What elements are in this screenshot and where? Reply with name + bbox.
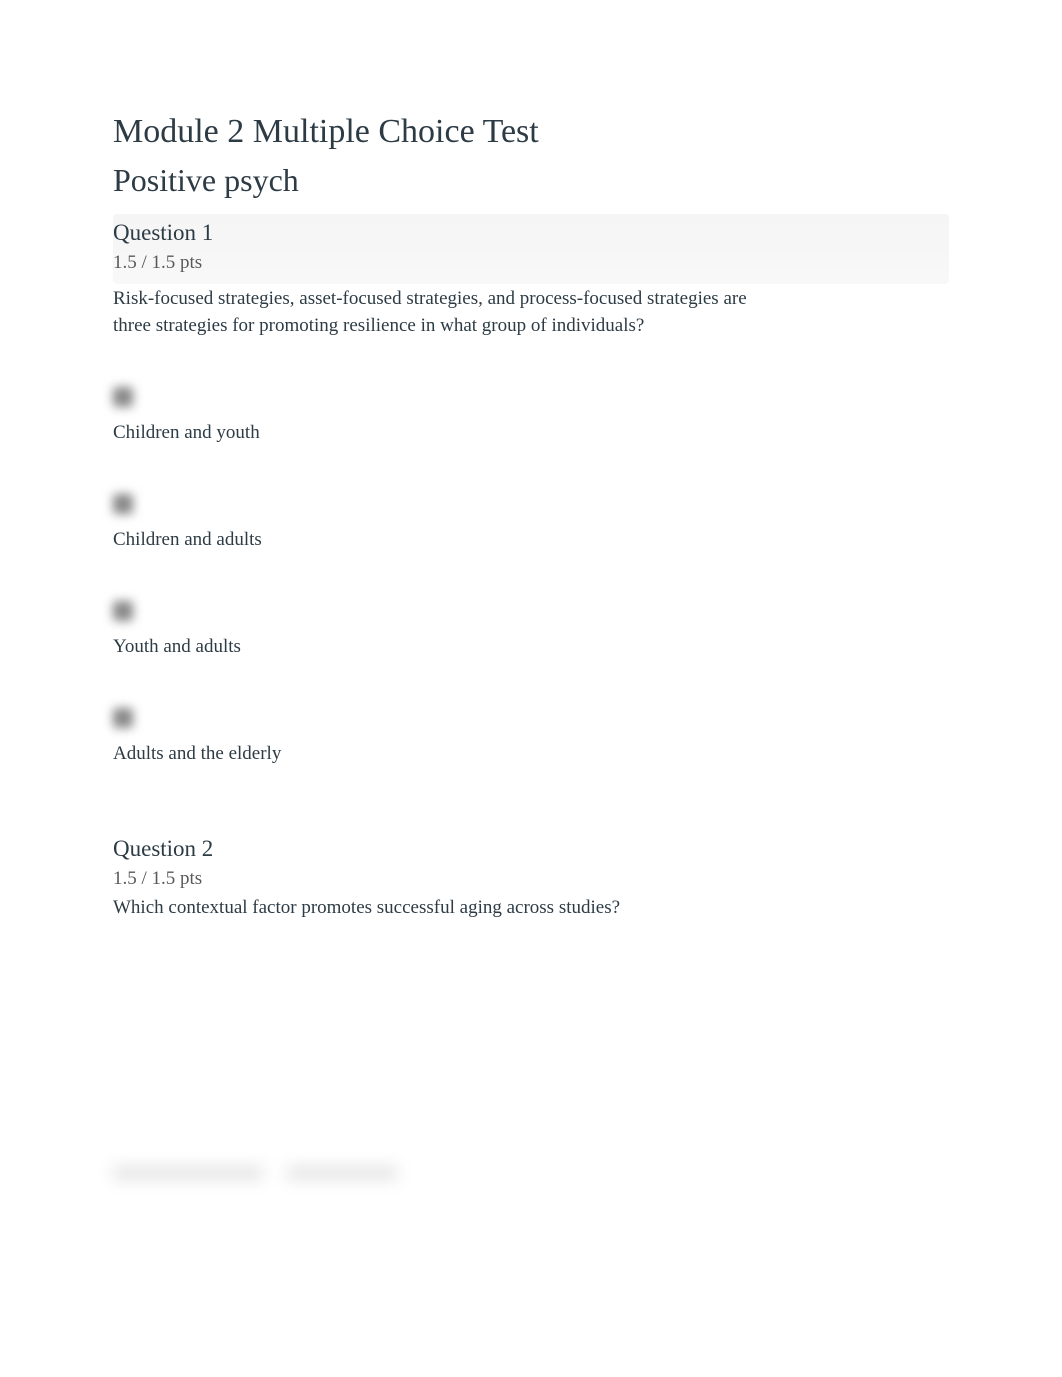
answer-text-3: Youth and adults bbox=[113, 635, 949, 660]
question-1-text: Risk-focused strategies, asset-focused s… bbox=[113, 286, 753, 339]
question-1-points: 1.5 / 1.5 pts bbox=[113, 250, 949, 277]
answer-option-3: Youth and adults bbox=[113, 601, 949, 660]
answer-option-4: Adults and the elderly bbox=[113, 708, 949, 767]
page-subtitle: Positive psych bbox=[113, 160, 949, 202]
question-2-block: Question 2 1.5 / 1.5 pts Which contextua… bbox=[113, 834, 949, 921]
answer-option-2: Children and adults bbox=[113, 494, 949, 553]
answer-text-1: Children and youth bbox=[113, 421, 949, 446]
answer-option-1: Children and youth bbox=[113, 387, 949, 446]
blurred-marker-icon bbox=[113, 387, 133, 407]
question-2-points: 1.5 / 1.5 pts bbox=[113, 866, 949, 893]
answer-text-4: Adults and the elderly bbox=[113, 742, 949, 767]
question-2-label: Question 2 bbox=[113, 834, 949, 864]
blurred-marker-icon bbox=[113, 601, 133, 621]
answer-text-2: Children and adults bbox=[113, 528, 949, 553]
blurred-marker-icon bbox=[113, 708, 133, 728]
blurred-content-area bbox=[113, 1166, 949, 1186]
blurred-marker-icon bbox=[113, 494, 133, 514]
page-title: Module 2 Multiple Choice Test bbox=[113, 110, 949, 154]
question-2-text: Which contextual factor promotes success… bbox=[113, 895, 753, 922]
question-1-header: Question 1 1.5 / 1.5 pts bbox=[113, 214, 949, 284]
question-1-label: Question 1 bbox=[113, 218, 949, 248]
